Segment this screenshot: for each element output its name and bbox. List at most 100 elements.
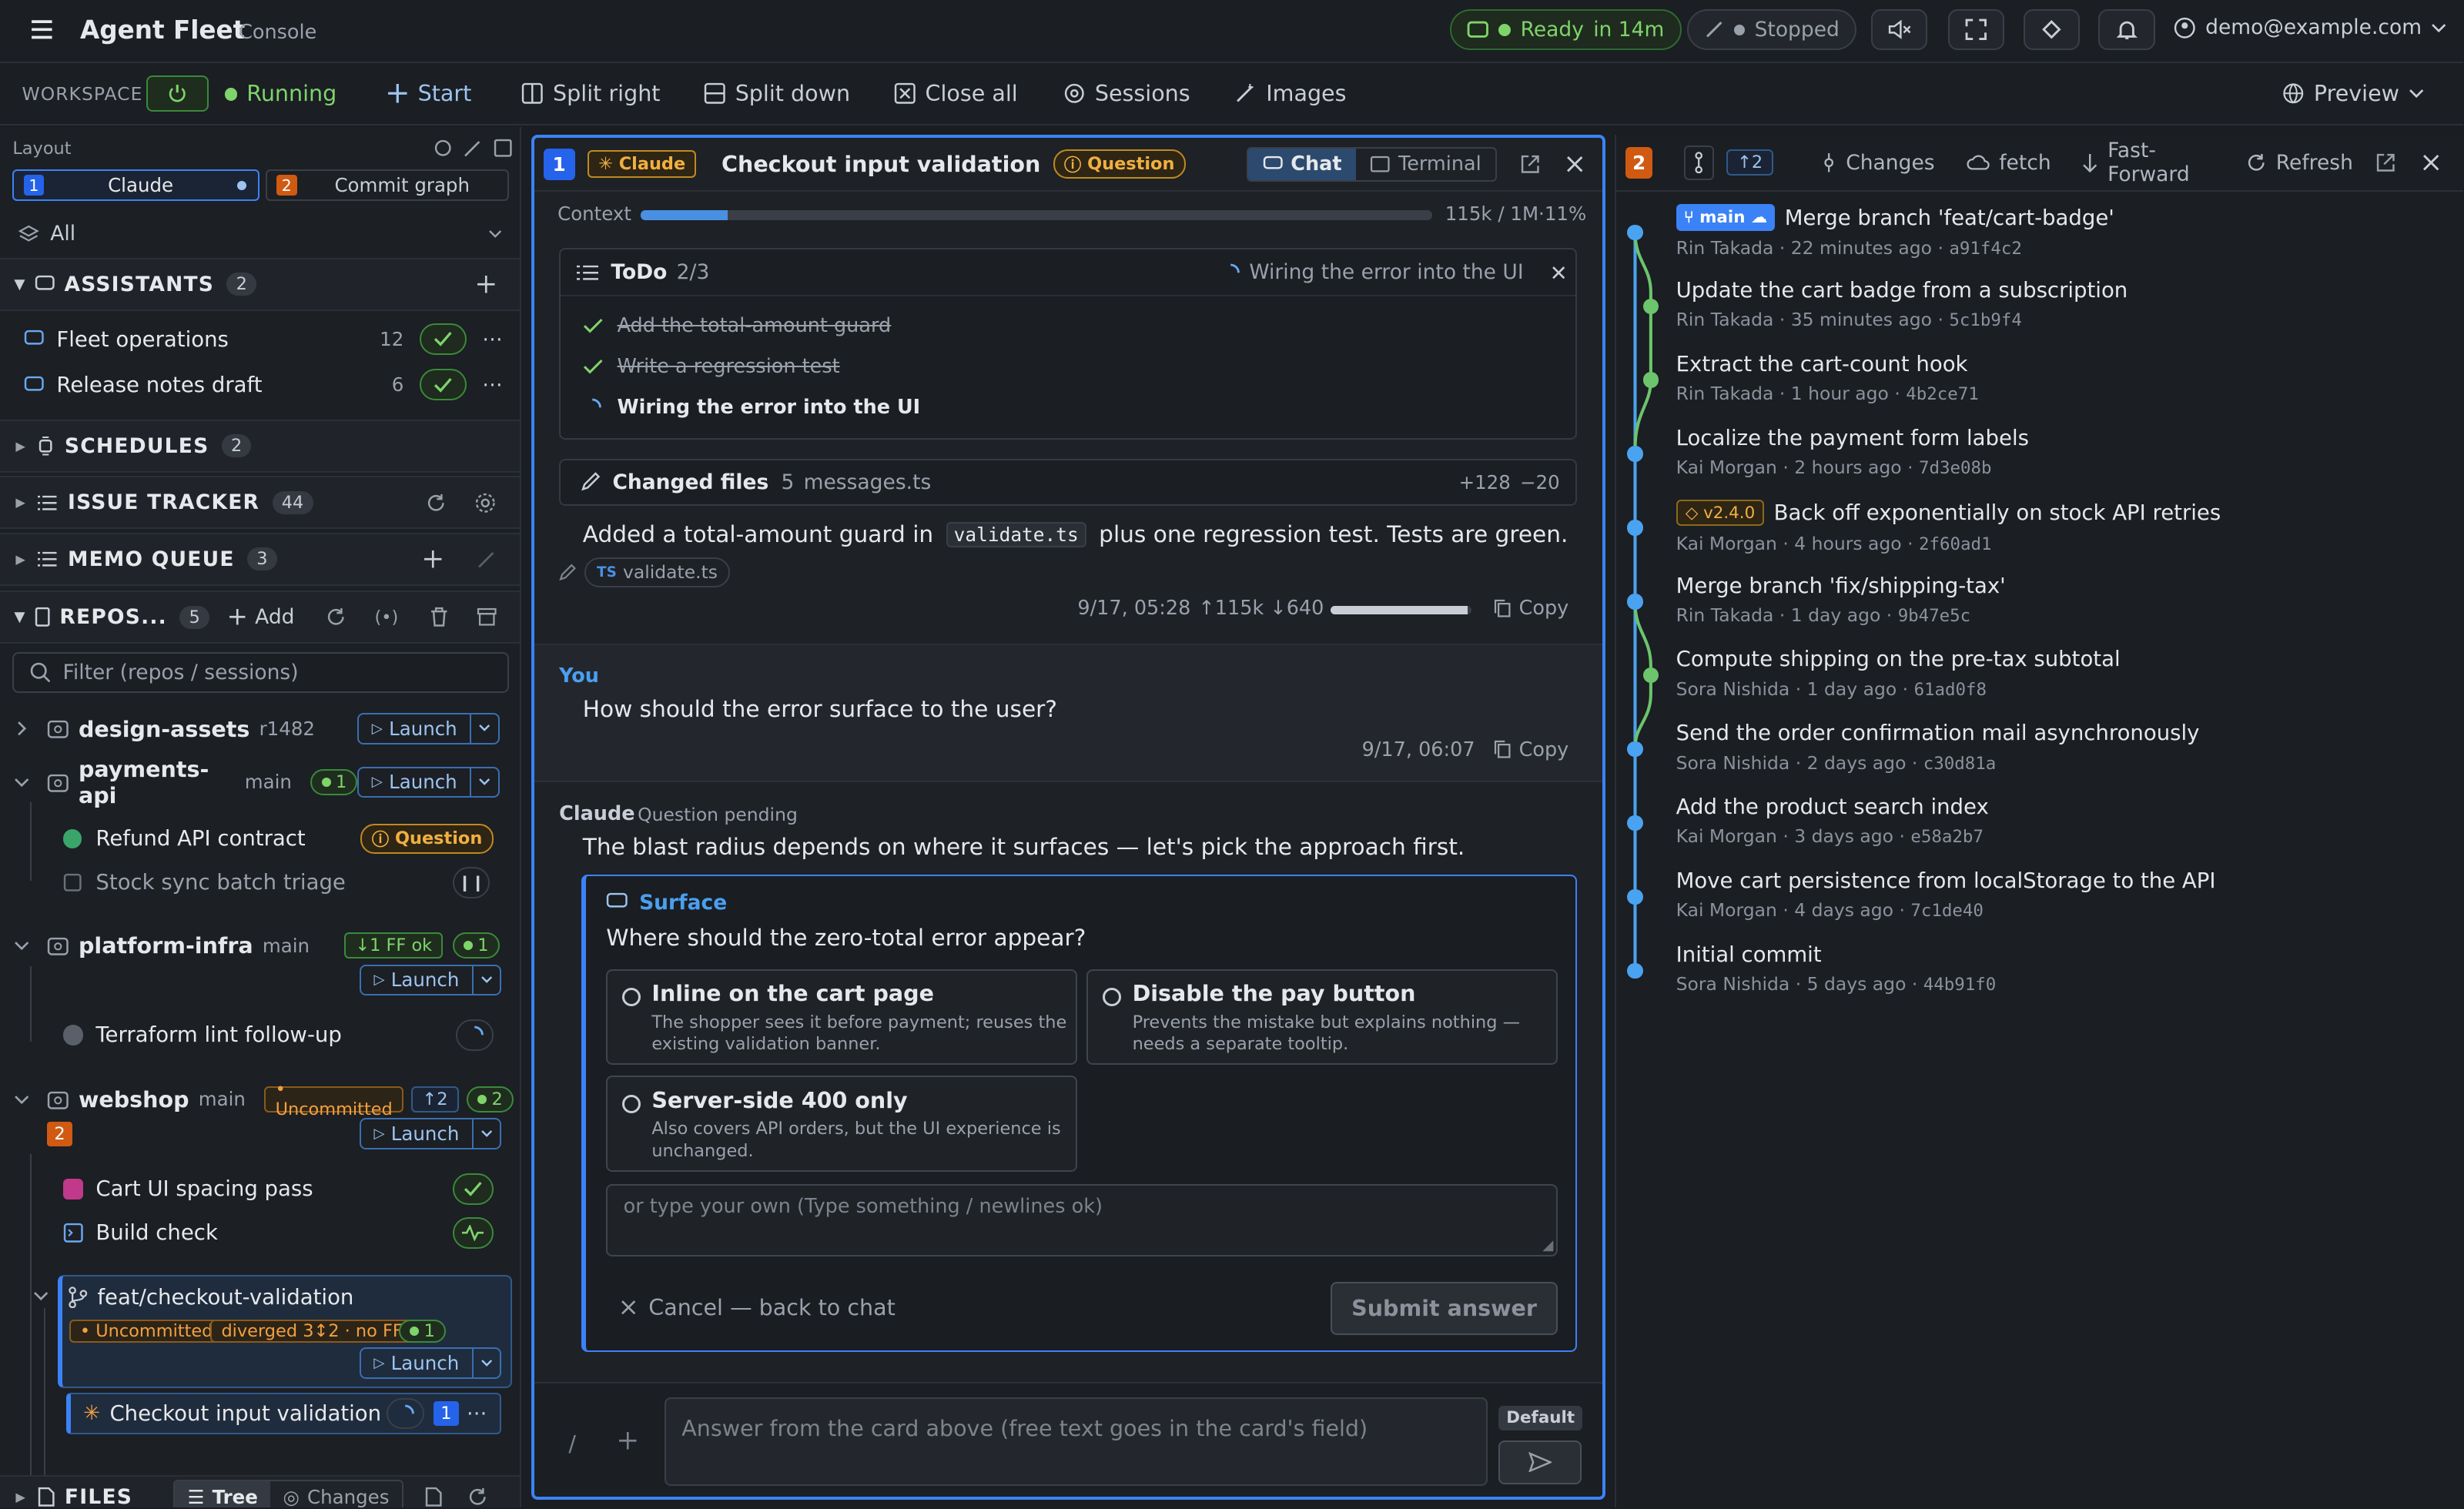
chevron-down-icon[interactable] <box>471 1119 500 1149</box>
layout-tab-claude[interactable]: 1 Claude <box>12 169 259 202</box>
fast-forward-button[interactable]: Fast-Forward <box>2082 139 2215 186</box>
wand-icon[interactable] <box>464 139 482 157</box>
assistant-item[interactable]: Release notes draft 6 ⋯ <box>0 367 520 402</box>
file-plus-icon[interactable] <box>425 1487 442 1507</box>
option-server-side[interactable]: Server-side 400 only Also covers API ord… <box>606 1076 1078 1172</box>
menu-icon[interactable] <box>28 17 57 42</box>
commit-hash[interactable]: 4b2ce71 <box>1906 384 1979 404</box>
commit-hash[interactable]: 2f60ad1 <box>1919 534 1992 554</box>
status-ok-button[interactable] <box>419 323 467 356</box>
changes-button[interactable]: Changes <box>1821 151 1935 175</box>
assistants-section-header[interactable]: ▼ ASSISTANTS 2 <box>0 257 521 311</box>
commit-hash[interactable]: 9b47e5c <box>1898 606 1971 626</box>
commit-row[interactable]: Compute shipping on the pre-tax subtotal… <box>1676 647 2121 699</box>
launch-button[interactable]: ▷ Launch <box>357 713 500 744</box>
plus-icon[interactable] <box>423 549 444 570</box>
session-row[interactable]: Build check <box>0 1216 520 1250</box>
copy-button[interactable]: Copy <box>1494 597 1568 620</box>
save-layout-icon[interactable] <box>494 139 512 157</box>
repo-filter-input[interactable]: Filter (repos / sessions) <box>12 651 509 693</box>
more-icon[interactable]: ⋯ <box>467 1401 487 1425</box>
commit-row[interactable]: Merge branch 'fix/shipping-tax' Rin Takad… <box>1676 574 2006 626</box>
fullscreen-button[interactable] <box>1947 9 2005 51</box>
repo-row[interactable]: design-assets r1482 ▷ Launch <box>0 711 520 746</box>
gear-icon[interactable] <box>474 492 497 514</box>
message-input[interactable]: Answer from the card above (free text go… <box>664 1397 1488 1486</box>
active-session-row[interactable]: ✳ Checkout input validation 1 ⋯ <box>65 1393 501 1434</box>
schedules-section-header[interactable]: ▶ SCHEDULES 2 <box>0 419 521 473</box>
refresh-button[interactable]: Refresh <box>2246 151 2353 175</box>
tab-chat[interactable]: Chat <box>1248 148 1356 180</box>
broadcast-icon[interactable]: (•) <box>375 607 399 627</box>
preview-dropdown[interactable]: Preview <box>2282 80 2425 106</box>
changed-files-bar[interactable]: Changed files 5 messages.ts +128 −20 <box>559 458 1578 506</box>
file-chip[interactable]: TS validate.ts <box>584 557 731 587</box>
plus-icon[interactable] <box>618 1430 638 1451</box>
commit-hash[interactable]: 5c1b9f4 <box>1949 310 2022 330</box>
cancel-button[interactable]: Cancel — back to chat <box>621 1294 896 1320</box>
launch-button[interactable]: ▷ Launch <box>357 766 500 798</box>
commit-row[interactable]: Extract the cart-count hook Rin Takada · … <box>1676 352 1979 404</box>
status-ok-button[interactable] <box>419 369 467 401</box>
files-section-header[interactable]: ▶ FILES ☰ Tree ◎ Changes <box>0 1474 521 1508</box>
repos-section-header[interactable]: ▼ REPOS... 5 Add (•) <box>0 591 521 644</box>
option-inline[interactable]: Inline on the cart page The shopper sees… <box>606 969 1078 1065</box>
start-button[interactable]: Start <box>387 80 471 106</box>
more-icon[interactable]: ⋯ <box>482 327 503 351</box>
assistant-item[interactable]: Fleet operations 12 ⋯ <box>0 322 520 356</box>
ready-status[interactable]: Ready in 14m <box>1449 9 1682 51</box>
close-icon[interactable] <box>1552 266 1565 279</box>
split-down-button[interactable]: Split down <box>704 80 850 106</box>
add-repo-button[interactable]: Add <box>228 605 294 629</box>
question-badge[interactable]: ⓘ Question <box>360 823 494 854</box>
more-icon[interactable]: ⋯ <box>482 373 503 396</box>
filter-select[interactable]: All <box>0 217 520 252</box>
chevron-down-icon[interactable] <box>33 1290 49 1302</box>
archive-icon[interactable] <box>477 607 497 627</box>
commit-hash[interactable]: e58a2b7 <box>1910 827 1984 847</box>
refresh-icon[interactable] <box>426 493 447 514</box>
launch-button[interactable]: ▷ Launch <box>360 964 502 996</box>
commit-row[interactable]: ⑂ main ☁ Merge branch 'feat/cart-badge' Ri… <box>1676 204 2114 259</box>
commit-hash[interactable]: 7c1de40 <box>1910 901 1984 921</box>
repo-row[interactable]: payments-api main 1 ▷ Launch <box>0 756 520 808</box>
chevron-down-icon[interactable] <box>470 714 498 743</box>
popout-icon[interactable] <box>1519 153 1542 176</box>
commit-hash[interactable]: a91f4c2 <box>1949 239 2022 259</box>
pause-button[interactable]: ❙❙ <box>452 867 490 898</box>
power-button[interactable] <box>146 75 209 112</box>
commit-row[interactable]: ◇ v2.4.0 Back off exponentially on stock … <box>1676 499 2221 554</box>
status-ok-button[interactable] <box>452 1173 494 1205</box>
fetch-button[interactable]: fetch <box>1966 151 2051 175</box>
refresh-icon[interactable] <box>467 1487 488 1507</box>
chevron-down-icon[interactable] <box>471 965 500 995</box>
session-row[interactable]: Refund API contract ⓘ Question <box>0 821 520 856</box>
activity-button[interactable] <box>452 1216 494 1249</box>
commit-hash[interactable]: c30d81a <box>1923 754 1997 774</box>
user-menu[interactable]: demo@example.com <box>2174 15 2446 39</box>
reset-icon[interactable] <box>434 139 452 157</box>
session-row[interactable]: Stock sync batch triage ❙❙ <box>0 865 520 900</box>
theme-button[interactable] <box>2023 9 2080 51</box>
commit-row[interactable]: Move cart persistence from localStorage … <box>1676 868 2216 921</box>
plus-icon[interactable] <box>476 274 497 295</box>
commit-hash[interactable]: 44b91f0 <box>1923 975 1997 995</box>
sessions-button[interactable]: Sessions <box>1063 80 1190 106</box>
launch-button[interactable]: ▷ Launch <box>360 1347 502 1380</box>
send-button[interactable] <box>1498 1440 1582 1484</box>
close-all-button[interactable]: Close all <box>894 80 1018 106</box>
commit-hash[interactable]: 61ad0f8 <box>1914 680 1987 700</box>
tab-terminal[interactable]: Terminal <box>1356 149 1495 180</box>
launch-button[interactable]: ▷ Launch <box>360 1118 502 1150</box>
commit-row[interactable]: Send the order confirmation mail asynchr… <box>1676 721 2200 773</box>
commit-row[interactable]: Update the cart badge from a subscriptio… <box>1676 278 2128 330</box>
stopped-status[interactable]: Stopped <box>1686 9 1857 51</box>
close-icon[interactable] <box>1566 156 1583 172</box>
issue-tracker-section-header[interactable]: ▶ ISSUE TRACKER 44 <box>0 476 521 530</box>
commit-row[interactable]: Localize the payment form labels Kai Morg… <box>1676 426 2029 478</box>
split-right-button[interactable]: Split right <box>521 80 661 106</box>
commit-row[interactable]: Initial commit Sora Nishida · 5 days ago … <box>1676 942 1997 995</box>
wand-icon[interactable] <box>477 550 496 568</box>
option-disable-pay[interactable]: Disable the pay button Prevents the mist… <box>1086 969 1558 1065</box>
changes-tab[interactable]: ◎ Changes <box>270 1481 402 1508</box>
